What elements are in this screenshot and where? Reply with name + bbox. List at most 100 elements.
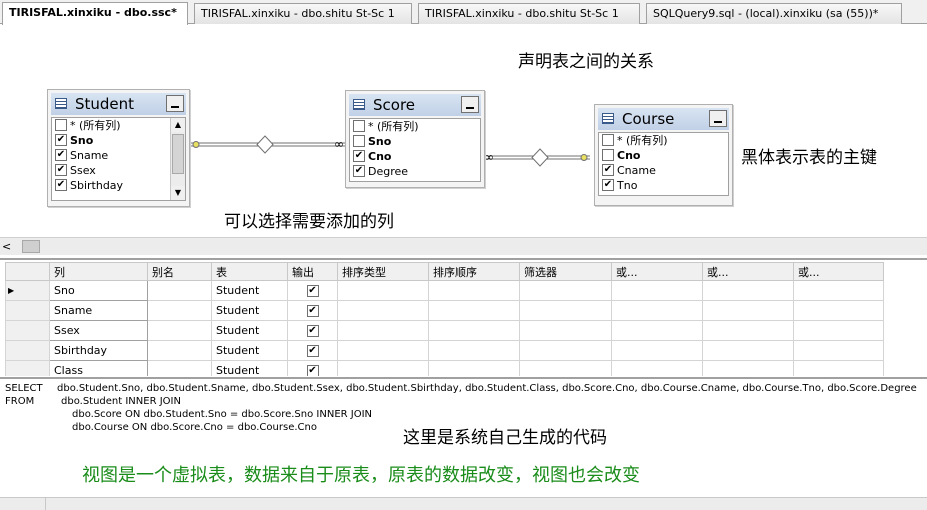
grid-cell-sort-order[interactable] — [428, 300, 520, 321]
table-column-item[interactable]: Sno — [350, 134, 480, 149]
grid-cell-or-2[interactable] — [702, 300, 794, 321]
scroll-thumb[interactable] — [172, 134, 184, 174]
table-column-item[interactable]: * (所有列) — [599, 133, 728, 148]
tab-view-designer[interactable]: TIRISFAL.xinxiku - dbo.ssc* — [2, 2, 188, 25]
table-course-header[interactable]: Course — [598, 108, 729, 130]
row-pointer-icon[interactable] — [5, 320, 50, 341]
grid-cell-alias[interactable] — [147, 300, 212, 321]
column-checkbox[interactable] — [353, 135, 365, 147]
grid-cell-sort-order[interactable] — [428, 340, 520, 361]
table-course[interactable]: Course * (所有列) Cno ✔ Cname ✔ Tno — [594, 104, 733, 206]
table-column-item[interactable]: * (所有列) — [52, 118, 185, 133]
row-pointer-icon[interactable]: ▶ — [5, 280, 50, 301]
grid-cell-output[interactable]: ✔ — [287, 340, 338, 361]
column-checkbox[interactable]: ✔ — [602, 179, 614, 191]
grid-cell-sort-order[interactable] — [428, 320, 520, 341]
grid-cell-or-1[interactable] — [611, 280, 703, 301]
row-pointer-icon[interactable] — [5, 360, 50, 376]
column-checkbox[interactable] — [353, 120, 365, 132]
score-course-relationship[interactable]: ∞ — [484, 148, 590, 167]
output-checkbox[interactable]: ✔ — [306, 325, 319, 337]
grid-cell-table[interactable]: Student — [211, 320, 288, 341]
table-student[interactable]: Student * (所有列) ✔ Sno ✔ Sname ✔ Ssex ✔ Sbirthday… — [47, 89, 190, 207]
column-checkbox[interactable] — [55, 119, 67, 131]
sql-select-list[interactable]: dbo.Student.Sno, dbo.Student.Sname, dbo.… — [57, 383, 917, 394]
grid-row[interactable]: Sname Student ✔ — [5, 300, 884, 321]
table-column-item[interactable]: ✔ Sbirthday — [52, 178, 185, 193]
scroll-down-arrow-icon[interactable]: ▼ — [171, 186, 185, 200]
grid-cell-column[interactable]: Sno — [49, 280, 148, 301]
grid-cell-sort-type[interactable] — [337, 320, 429, 341]
grid-cell-or-2[interactable] — [702, 340, 794, 361]
table-column-item[interactable]: ✔ Sno — [52, 133, 185, 148]
grid-cell-sort-order[interactable] — [428, 280, 520, 301]
sql-from-line-3[interactable]: dbo.Course ON dbo.Score.Cno = dbo.Course… — [72, 422, 317, 433]
table-column-item[interactable]: ✔ Sname — [52, 148, 185, 163]
column-checkbox[interactable]: ✔ — [353, 150, 365, 162]
grid-cell-or-3[interactable] — [793, 320, 884, 341]
minimize-icon[interactable] — [709, 110, 727, 127]
grid-cell-alias[interactable] — [147, 280, 212, 301]
table-column-item[interactable]: Cno — [599, 148, 728, 163]
grid-cell-or-1[interactable] — [611, 300, 703, 321]
grid-cell-or-1[interactable] — [611, 360, 703, 376]
grid-cell-table[interactable]: Student — [211, 340, 288, 361]
table-student-scrollbar[interactable]: ▲ ▼ — [170, 118, 185, 200]
table-column-item[interactable]: ✔ Cname — [599, 163, 728, 178]
column-checkbox[interactable]: ✔ — [353, 165, 365, 177]
scroll-thumb[interactable] — [22, 240, 40, 253]
column-checkbox[interactable]: ✔ — [55, 179, 67, 191]
grid-row[interactable]: Class Student ✔ — [5, 360, 884, 376]
table-column-item[interactable]: ✔ Cno — [350, 149, 480, 164]
scroll-left-arrow-icon[interactable]: < — [2, 240, 11, 253]
grid-cell-column[interactable]: Ssex — [49, 320, 148, 341]
tab-shitu-1[interactable]: TIRISFAL.xinxiku - dbo.shitu St-Sc 1 — [194, 3, 412, 24]
table-column-item[interactable]: ✔ Degree — [350, 164, 480, 179]
grid-cell-alias[interactable] — [147, 360, 212, 376]
grid-cell-table[interactable]: Student — [211, 300, 288, 321]
grid-cell-filter[interactable] — [519, 320, 612, 341]
student-score-relationship[interactable]: ∞ — [190, 135, 345, 154]
table-column-item[interactable]: ✔ Tno — [599, 178, 728, 193]
grid-cell-output[interactable]: ✔ — [287, 360, 338, 376]
sql-from-line-2[interactable]: dbo.Score ON dbo.Student.Sno = dbo.Score… — [72, 409, 372, 420]
criteria-grid-pane[interactable]: 列 别名 表 输出 排序类型 排序顺序 筛选器 或... 或... 或... ▶… — [0, 258, 927, 376]
table-score-header[interactable]: Score — [349, 94, 481, 116]
table-student-header[interactable]: Student — [51, 93, 186, 115]
grid-cell-output[interactable]: ✔ — [287, 300, 338, 321]
grid-cell-or-3[interactable] — [793, 360, 884, 376]
grid-row[interactable]: Ssex Student ✔ — [5, 320, 884, 341]
tab-sql-query[interactable]: SQLQuery9.sql - (local).xinxiku (sa (55)… — [646, 3, 902, 24]
grid-cell-column[interactable]: Sbirthday — [49, 340, 148, 361]
minimize-icon[interactable] — [166, 95, 184, 112]
grid-cell-alias[interactable] — [147, 340, 212, 361]
column-checkbox[interactable]: ✔ — [55, 149, 67, 161]
grid-cell-table[interactable]: Student — [211, 280, 288, 301]
output-checkbox[interactable]: ✔ — [306, 285, 319, 297]
grid-cell-sort-type[interactable] — [337, 280, 429, 301]
row-pointer-icon[interactable] — [5, 340, 50, 361]
grid-cell-sort-type[interactable] — [337, 300, 429, 321]
table-score[interactable]: Score * (所有列) Sno ✔ Cno ✔ Degree — [345, 90, 485, 188]
row-pointer-icon[interactable] — [5, 300, 50, 321]
column-checkbox[interactable] — [602, 134, 614, 146]
grid-cell-filter[interactable] — [519, 340, 612, 361]
minimize-icon[interactable] — [461, 96, 479, 113]
output-checkbox[interactable]: ✔ — [306, 365, 319, 376]
grid-cell-or-3[interactable] — [793, 300, 884, 321]
diagram-horizontal-scrollbar[interactable]: < — [0, 237, 927, 255]
grid-cell-filter[interactable] — [519, 360, 612, 376]
grid-cell-or-3[interactable] — [793, 280, 884, 301]
grid-row[interactable]: ▶ Sno Student ✔ — [5, 280, 884, 301]
grid-cell-or-2[interactable] — [702, 320, 794, 341]
diagram-pane[interactable]: 声明表之间的关系 黑体表示表的主键 可以选择需要添加的列 ∞ ∞ Student… — [0, 25, 927, 237]
grid-cell-sort-type[interactable] — [337, 340, 429, 361]
sql-pane[interactable]: SELECT dbo.Student.Sno, dbo.Student.Snam… — [0, 377, 927, 497]
grid-cell-or-2[interactable] — [702, 280, 794, 301]
column-checkbox[interactable]: ✔ — [55, 134, 67, 146]
column-checkbox[interactable] — [602, 149, 614, 161]
grid-cell-column[interactable]: Sname — [49, 300, 148, 321]
grid-cell-column[interactable]: Class — [49, 360, 148, 376]
scroll-up-arrow-icon[interactable]: ▲ — [171, 118, 185, 132]
tab-shitu-2[interactable]: TIRISFAL.xinxiku - dbo.shitu St-Sc 1 — [418, 3, 640, 24]
